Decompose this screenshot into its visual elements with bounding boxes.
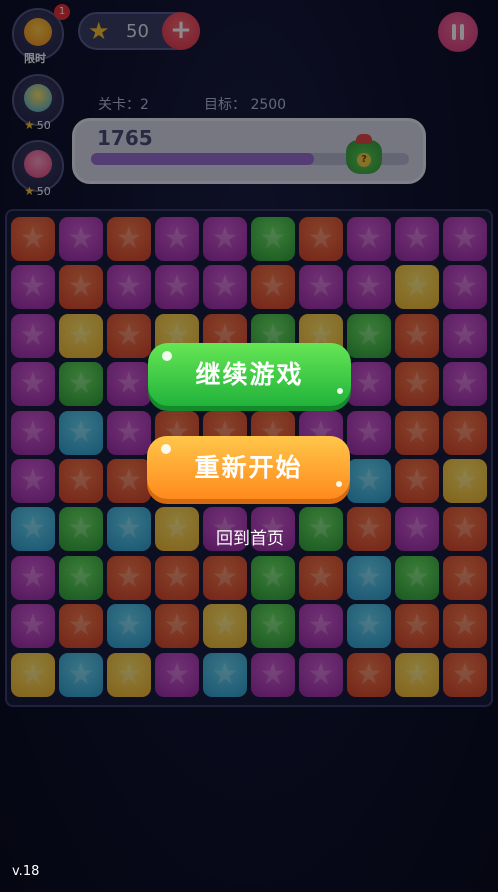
continue-game-button[interactable]: 继续游戏 [148,343,351,406]
version-label: v.18 [12,864,40,879]
back-to-home-link[interactable]: 回到首页 [200,524,300,549]
restart-button[interactable]: 重新开始 [147,436,350,499]
